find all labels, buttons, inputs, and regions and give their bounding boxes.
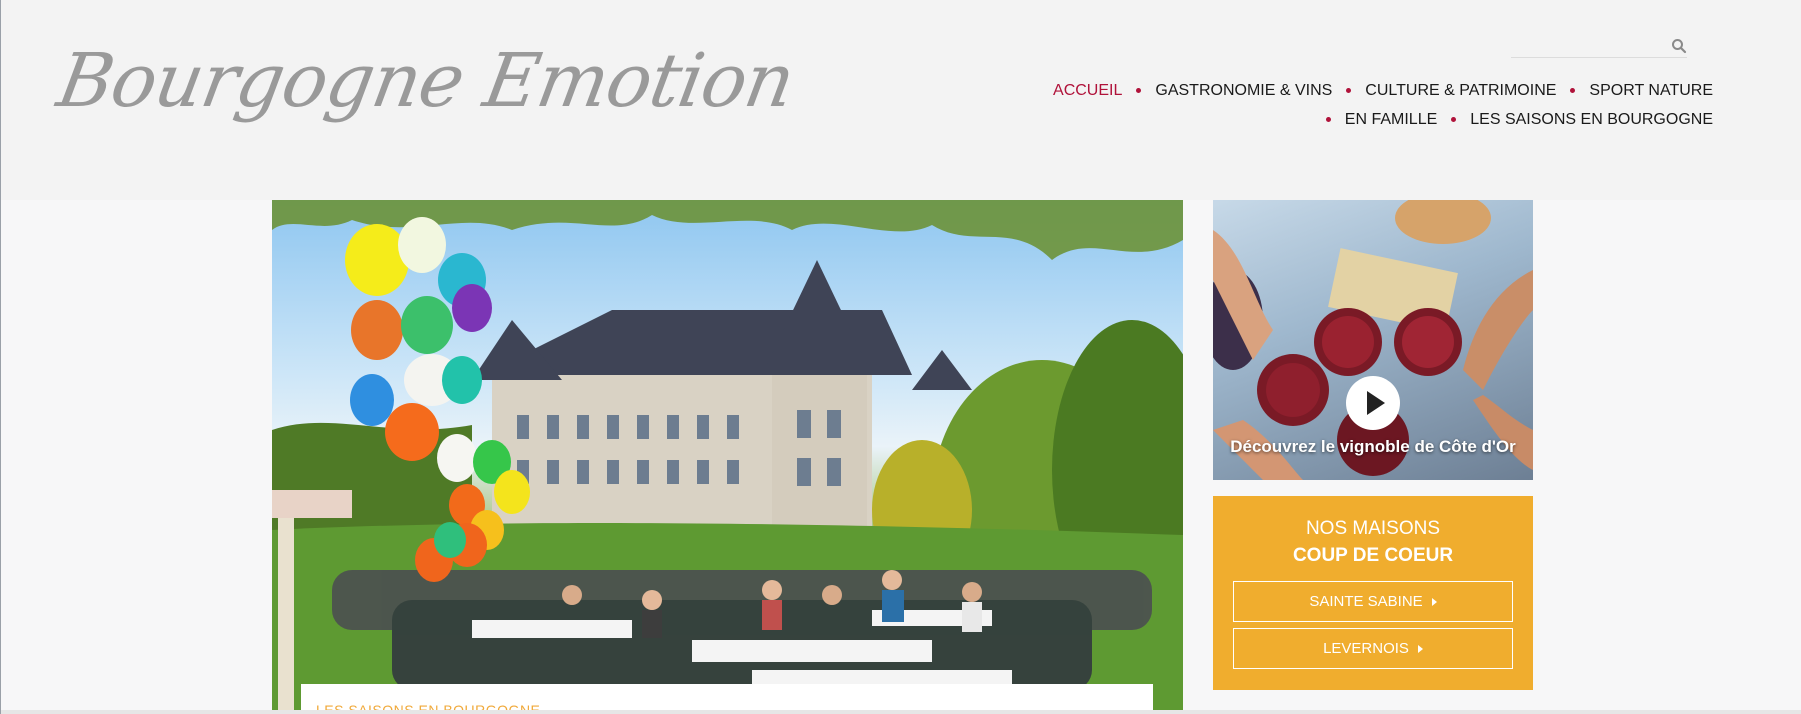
nav-row-1: ACCUEIL GASTRONOMIE & VINS CULTURE & PAT… (993, 76, 1713, 105)
levernois-label: LEVERNOIS (1323, 640, 1409, 657)
promo-title-line2: COUP DE COEUR (1292, 545, 1454, 566)
nav-item-saisons-bourgogne[interactable]: LES SAISONS EN BOURGOGNE (1470, 111, 1713, 129)
nav-separator-dot (1136, 88, 1142, 93)
hero-image[interactable] (272, 200, 1183, 714)
nav-item-gastronomie-vins[interactable]: GASTRONOMIE & VINS (1155, 82, 1332, 100)
nav-item-accueil[interactable]: ACCUEIL (1053, 82, 1122, 100)
nav-row-2: EN FAMILLE LES SAISONS EN BOURGOGNE (993, 105, 1713, 134)
site-logo[interactable]: Bourgogne Emotion (51, 38, 800, 124)
nav-separator-dot (1325, 117, 1331, 122)
caret-right-icon (1431, 597, 1437, 606)
promo-title-line1: NOS MAISONS (1305, 518, 1441, 539)
page-bottom-divider (1, 710, 1801, 714)
hero-illustration (272, 200, 1183, 714)
search-icon[interactable] (1671, 38, 1687, 54)
nav-item-culture-patrimoine[interactable]: CULTURE & PATRIMOINE (1365, 82, 1556, 100)
nav-item-en-famille[interactable]: EN FAMILLE (1345, 111, 1437, 129)
site-header: Bourgogne Emotion ACCUEIL GASTRONOMIE & … (1, 0, 1801, 200)
play-icon[interactable] (1346, 376, 1400, 430)
levernois-button[interactable]: LEVERNOIS (1233, 628, 1513, 669)
video-caption[interactable]: Découvrez le vignoble de Côte d'Or (1213, 437, 1533, 457)
search-bar (1511, 34, 1687, 58)
video-thumbnail[interactable]: Découvrez le vignoble de Côte d'Or (1213, 200, 1533, 480)
search-input[interactable] (1511, 34, 1659, 56)
sainte-sabine-label: SAINTE SABINE (1309, 593, 1423, 610)
nav-separator-dot (1570, 88, 1576, 93)
main-navigation: ACCUEIL GASTRONOMIE & VINS CULTURE & PAT… (993, 76, 1713, 134)
promo-box: NOS MAISONS COUP DE COEUR SAINTE SABINE … (1213, 496, 1533, 690)
nav-separator-dot (1451, 117, 1457, 122)
nav-separator-dot (1346, 88, 1352, 93)
nav-item-sport-nature[interactable]: SPORT NATURE (1589, 82, 1713, 100)
caret-right-icon (1417, 644, 1423, 653)
sainte-sabine-button[interactable]: SAINTE SABINE (1233, 581, 1513, 622)
